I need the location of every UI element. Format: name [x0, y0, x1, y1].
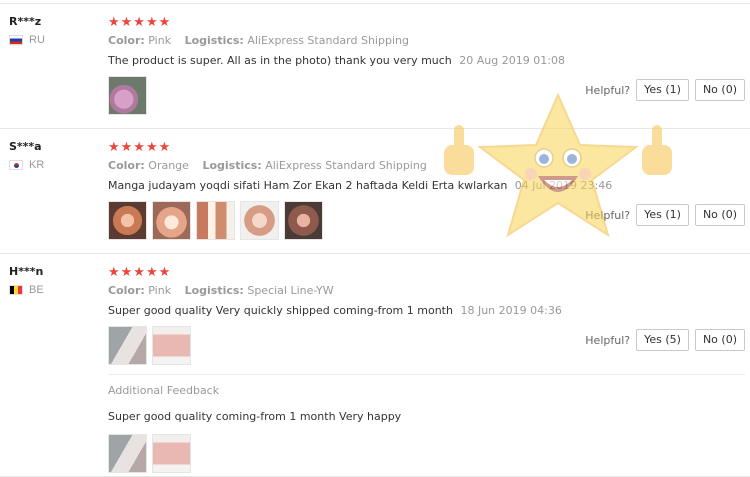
color-value: Orange — [148, 159, 189, 172]
review-date: 20 Aug 2019 01:08 — [459, 54, 565, 67]
review-item: R***z RU ★★★★★ Color: Pink Logistics: Al… — [0, 3, 750, 128]
reviewer-country: BE — [9, 284, 44, 296]
country-code: BE — [29, 284, 44, 296]
logistics-value: Special Line-YW — [247, 284, 334, 297]
helpful-no-button[interactable]: No (0) — [694, 79, 745, 101]
review-photo-thumbnail[interactable] — [108, 326, 147, 365]
helpful-voting: Helpful? Yes (5) No (0) — [585, 329, 745, 351]
review-content: ★★★★★ Color: Orange Logistics: AliExpres… — [108, 139, 612, 240]
logistics-label: Logistics: — [202, 159, 262, 172]
review-body: The product is super. All as in the phot… — [108, 54, 452, 67]
divider — [108, 374, 745, 375]
color-label: Color: — [108, 34, 145, 47]
review-meta: Color: Orange Logistics: AliExpress Stan… — [108, 159, 588, 172]
additional-feedback-photos — [108, 434, 588, 473]
review-photo-thumbnail[interactable] — [108, 76, 147, 115]
helpful-label: Helpful? — [585, 208, 631, 222]
reviewer-info: R***z RU — [9, 15, 45, 46]
review-photo-thumbnail[interactable] — [196, 201, 235, 240]
helpful-no-button[interactable]: No (0) — [694, 329, 745, 351]
reviewer-name: H***n — [9, 265, 44, 278]
color-value: Pink — [148, 34, 172, 47]
reviewer-name: R***z — [9, 15, 42, 28]
reviewer-info: H***n BE — [9, 265, 44, 296]
review-meta: Color: Pink Logistics: AliExpress Standa… — [108, 34, 588, 47]
review-content: ★★★★★ Color: Pink Logistics: AliExpress … — [108, 14, 588, 115]
helpful-label: Helpful? — [585, 83, 631, 97]
additional-feedback: Additional Feedback Super good quality c… — [108, 384, 588, 473]
review-photo-thumbnail[interactable] — [240, 201, 279, 240]
review-item: S***a KR ★★★★★ Color: Orange Logistics: … — [0, 128, 750, 253]
logistics-label: Logistics: — [184, 34, 244, 47]
reviewer-country: RU — [9, 34, 45, 46]
color-label: Color: — [108, 284, 145, 297]
review-date: 04 Jul 2019 23:46 — [514, 179, 613, 192]
review-photo-thumbnail[interactable] — [152, 434, 191, 473]
review-text: Super good quality Very quickly shipped … — [108, 304, 588, 317]
review-text: The product is super. All as in the phot… — [108, 54, 588, 67]
star-rating: ★★★★★ — [108, 264, 172, 279]
review-photos — [108, 76, 588, 115]
helpful-yes-button[interactable]: Yes (1) — [636, 204, 689, 226]
review-item: H***n BE ★★★★★ Color: Pink Logistics: Sp… — [0, 253, 750, 477]
review-body: Super good quality Very quickly shipped … — [108, 304, 453, 317]
helpful-no-button[interactable]: No (0) — [694, 204, 745, 226]
logistics-value: AliExpress Standard Shipping — [247, 34, 409, 47]
color-value: Pink — [148, 284, 172, 297]
review-photos — [108, 326, 588, 365]
review-photo-thumbnail[interactable] — [284, 201, 323, 240]
flag-kr-icon — [9, 160, 23, 170]
additional-feedback-text: Super good quality coming-from 1 month V… — [108, 410, 402, 423]
review-photos — [108, 201, 588, 240]
star-rating: ★★★★★ — [108, 139, 172, 154]
helpful-label: Helpful? — [585, 333, 631, 347]
logistics-label: Logistics: — [184, 284, 244, 297]
helpful-yes-button[interactable]: Yes (5) — [636, 329, 689, 351]
reviewer-country: KR — [9, 159, 44, 171]
star-rating: ★★★★★ — [108, 14, 172, 29]
review-photo-thumbnail[interactable] — [108, 434, 147, 473]
flag-ru-icon — [9, 35, 23, 45]
review-text: Manga judayam yoqdi sifati Ham Zor Ekan … — [108, 179, 612, 192]
helpful-yes-button[interactable]: Yes (1) — [636, 79, 689, 101]
flag-be-icon — [9, 285, 23, 295]
review-meta: Color: Pink Logistics: Special Line-YW — [108, 284, 588, 297]
review-body: Manga judayam yoqdi sifati Ham Zor Ekan … — [108, 179, 508, 192]
country-code: KR — [29, 159, 45, 171]
review-date: 18 Jun 2019 04:36 — [460, 304, 562, 317]
review-photo-thumbnail[interactable] — [152, 201, 191, 240]
review-photo-thumbnail[interactable] — [152, 326, 191, 365]
country-code: RU — [29, 34, 45, 46]
helpful-voting: Helpful? Yes (1) No (0) — [585, 204, 745, 226]
helpful-voting: Helpful? Yes (1) No (0) — [585, 79, 745, 101]
color-label: Color: — [108, 159, 145, 172]
logistics-value: AliExpress Standard Shipping — [265, 159, 427, 172]
review-content: ★★★★★ Color: Pink Logistics: Special Lin… — [108, 264, 588, 365]
additional-feedback-title: Additional Feedback — [108, 384, 220, 397]
reviewer-info: S***a KR — [9, 140, 44, 171]
review-photo-thumbnail[interactable] — [108, 201, 147, 240]
reviewer-name: S***a — [9, 140, 42, 153]
